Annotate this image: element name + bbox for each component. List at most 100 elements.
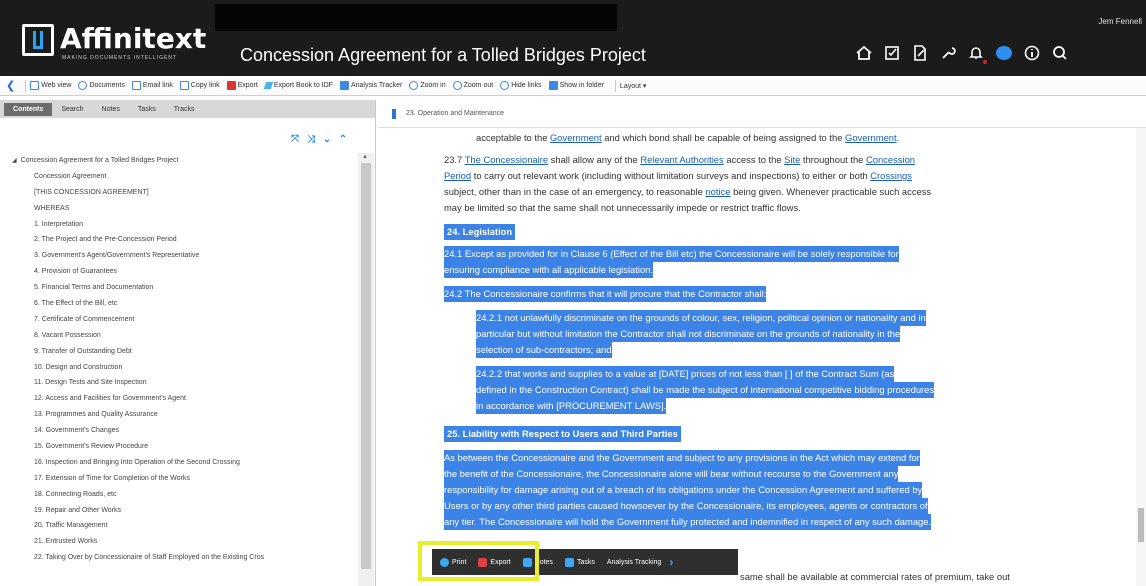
- chevron-up-icon[interactable]: ⌃: [338, 134, 348, 145]
- tree-item[interactable]: 18. Connecting Roads, etc: [0, 487, 358, 503]
- folder-icon: [548, 81, 558, 90]
- tree-item[interactable]: 15. Government's Review Procedure: [0, 439, 358, 455]
- tree-item[interactable]: 16. Inspection and Bringing Into Operati…: [0, 455, 358, 471]
- bell-icon[interactable]: [964, 41, 988, 65]
- section-marker-icon: [392, 108, 396, 119]
- document-body[interactable]: acceptable to the Government and which b…: [378, 128, 1136, 586]
- tree-item[interactable]: 5. Financial Terms and Documentation: [0, 280, 358, 296]
- tree-item[interactable]: WHEREAS: [0, 201, 358, 217]
- clause-24-2-1-line-2: particular but without limitation the Co…: [476, 326, 901, 342]
- checklist-icon[interactable]: [880, 41, 904, 65]
- tab-search[interactable]: Search: [52, 103, 92, 116]
- back-arrow-icon[interactable]: ❮: [6, 79, 15, 92]
- zoom-out-button[interactable]: Zoom out: [452, 81, 493, 90]
- edit-doc-icon[interactable]: [908, 41, 932, 65]
- clause-24-2-2-line-2: defined in the Construction Contract) sh…: [476, 382, 935, 398]
- link-concession[interactable]: Concession: [866, 154, 915, 165]
- documents-button[interactable]: Documents: [78, 81, 125, 90]
- document-title: Concession Agreement for a Tolled Bridge…: [240, 45, 646, 65]
- link-relevant-authorities[interactable]: Relevant Authorities: [640, 154, 723, 165]
- tree-item[interactable]: 8. Vacant Possession: [0, 328, 358, 344]
- email-icon: [131, 81, 141, 90]
- document-panel: 23. Operation and Maintenance acceptable…: [378, 100, 1146, 586]
- chat-icon[interactable]: [992, 41, 1016, 65]
- collapse-triangle-icon[interactable]: ◢: [12, 158, 17, 164]
- document-scrollbar[interactable]: [1136, 128, 1146, 586]
- scrollbar-thumb[interactable]: [1138, 508, 1144, 542]
- tree-item[interactable]: 12. Access and Facilities for Government…: [0, 391, 358, 407]
- heading-25-liability: 25. Liability with Respect to Users and …: [444, 426, 681, 442]
- tree-item[interactable]: 13. Programmes and Quality Assurance: [0, 407, 358, 423]
- link-period[interactable]: Period: [444, 170, 471, 181]
- clause-tail-text: same shall be available at commercial ra…: [740, 571, 1010, 582]
- analysis-tracker-button[interactable]: Analysis Tracker: [339, 81, 402, 90]
- clause-24-2-1-line-3: selection of sub-contractors; and: [476, 342, 612, 358]
- export-book-button[interactable]: Export Book to IDF: [263, 82, 333, 89]
- copy-link-button[interactable]: Copy link: [179, 81, 220, 90]
- tree-item[interactable]: 17. Extension of Time for Completion of …: [0, 471, 358, 487]
- main-toolbar: ❮ Web view Documents Email link Copy lin…: [0, 76, 1146, 96]
- tree-item[interactable]: 20. Traffic Management: [0, 518, 358, 534]
- heading-24-legislation: 24. Legislation: [444, 224, 516, 240]
- link-concessionaire[interactable]: The Concessionaire: [465, 154, 548, 165]
- tree-item[interactable]: 3. Government's Agent/Government's Repre…: [0, 248, 358, 264]
- clause-25-line-5: any tier. The Concessionaire will hold t…: [444, 514, 932, 530]
- tab-tasks[interactable]: Tasks: [129, 103, 165, 116]
- zoom-in-button[interactable]: Zoom in: [409, 81, 446, 90]
- contents-scrollbar[interactable]: ▲: [358, 153, 374, 586]
- web-view-button[interactable]: Web view: [30, 81, 71, 90]
- tree-item[interactable]: 19. Repair and Other Works: [0, 503, 358, 519]
- clause-23-7-line-4: may be limited so that the same shall no…: [444, 202, 801, 213]
- link-government[interactable]: Government: [845, 132, 897, 143]
- tab-tracks[interactable]: Tracks: [165, 103, 204, 116]
- tree-item[interactable]: 1. Interpretation: [0, 217, 358, 233]
- link-site[interactable]: Site: [784, 154, 800, 165]
- tree-item[interactable]: 6. The Effect of the Bill, etc: [0, 296, 358, 312]
- chevron-right-icon[interactable]: ›: [669, 555, 673, 569]
- expand-all-icon[interactable]: ⤧: [290, 134, 300, 145]
- tree-item[interactable]: 14. Government's Changes: [0, 423, 358, 439]
- show-in-folder-button[interactable]: Show in folder: [548, 81, 604, 90]
- clause-23-7-line-2: Period to carry out relevant work (inclu…: [444, 170, 912, 181]
- zoom-out-icon: [452, 81, 462, 90]
- scroll-up-icon[interactable]: ▲: [362, 154, 368, 160]
- notification-dot: [983, 60, 987, 64]
- collapse-all-icon[interactable]: ⤨: [306, 134, 316, 145]
- user-name[interactable]: Jem Fennell: [1098, 17, 1142, 26]
- tree-item[interactable]: 10. Design and Construction: [0, 360, 358, 376]
- tasks-button[interactable]: Tasks: [564, 557, 595, 567]
- tree-item[interactable]: 22. Taking Over by Concessionaire of Sta…: [0, 550, 358, 566]
- email-link-button[interactable]: Email link: [131, 81, 173, 90]
- copy-link-icon: [179, 81, 189, 90]
- analysis-tracking-button[interactable]: Analysis Tracking: [607, 559, 661, 566]
- tree-item[interactable]: 7. Certificate of Commencement: [0, 312, 358, 328]
- clause-24-1-line-1: 24.1 Except as provided for in Clause 6 …: [444, 246, 899, 262]
- tab-contents[interactable]: Contents: [4, 102, 53, 116]
- tree-item[interactable]: 21. Entrusted Works: [0, 534, 358, 550]
- link-crossings[interactable]: Crossings: [870, 170, 912, 181]
- clause-24-2-1-line-1: 24.2.1 not unlawfully discriminate on th…: [476, 310, 926, 326]
- tab-notes[interactable]: Notes: [93, 103, 129, 116]
- tree-item[interactable]: 2. The Project and the Pre-Concession Pe…: [0, 232, 358, 248]
- tree-item[interactable]: [THIS CONCESSION AGREEMENT]: [0, 185, 358, 201]
- search-icon[interactable]: [1048, 41, 1072, 65]
- tree-item[interactable]: 11. Design Tests and Site Inspection: [0, 375, 358, 391]
- tree-item[interactable]: 9. Transfer of Outstanding Debt: [0, 344, 358, 360]
- export-button[interactable]: Export: [226, 81, 258, 90]
- tree-controls: ⤧ ⤨ ⌄ ⌃: [290, 134, 354, 145]
- tree-item[interactable]: 4. Provision of Guarantees: [0, 264, 358, 280]
- tree-root[interactable]: ◢ Concession Agreement for a Tolled Bridg…: [0, 153, 358, 169]
- scrollbar-thumb[interactable]: [361, 163, 371, 569]
- layout-dropdown[interactable]: Layout ▾: [620, 82, 646, 90]
- info-icon[interactable]: [1020, 41, 1044, 65]
- highlight-box: [418, 541, 539, 581]
- link-government[interactable]: Government: [550, 132, 602, 143]
- link-notice[interactable]: notice: [705, 186, 730, 197]
- hide-links-button[interactable]: Hide links: [500, 81, 542, 90]
- chevron-down-icon[interactable]: ⌄: [322, 134, 332, 145]
- tree-item[interactable]: Concession Agreement: [0, 169, 358, 185]
- clause-25-line-2: the benefit of the Concessionaire, the C…: [444, 466, 899, 482]
- wrench-icon[interactable]: [936, 41, 960, 65]
- home-icon[interactable]: [852, 41, 876, 65]
- analysis-tracker-icon: [339, 81, 349, 90]
